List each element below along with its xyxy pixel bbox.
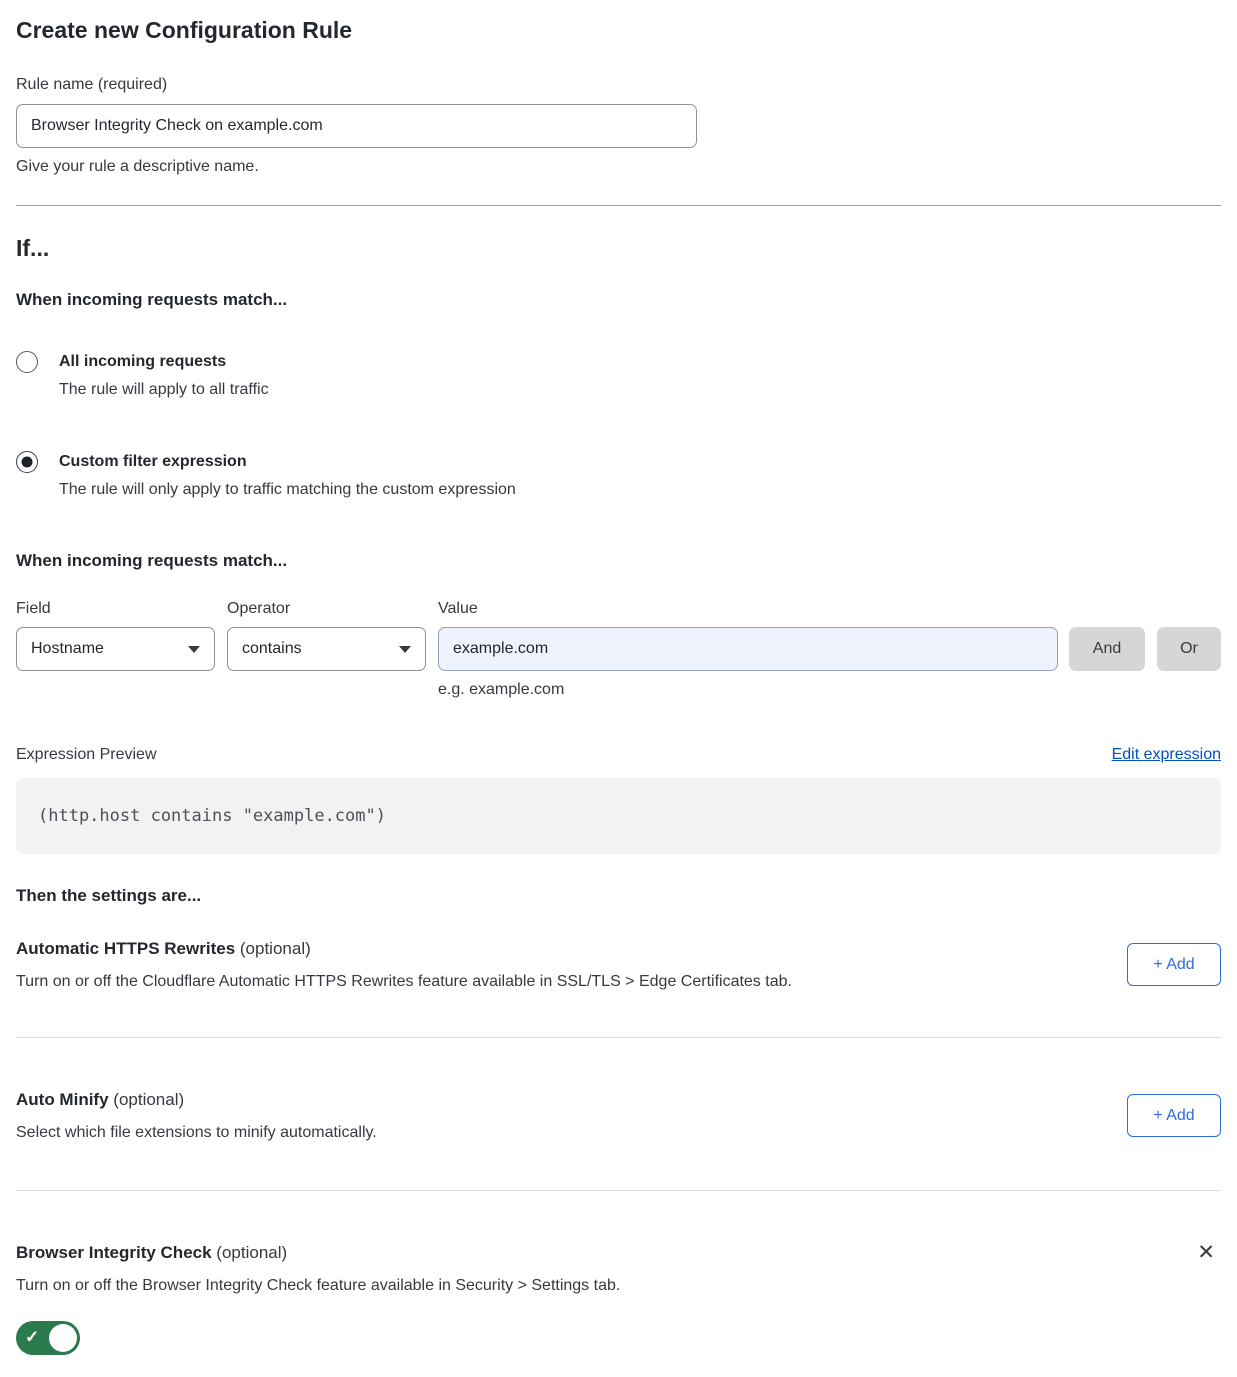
expression-builder-heading: When incoming requests match... — [16, 549, 1221, 572]
field-select[interactable]: Hostname — [16, 627, 215, 671]
operator-select-value: contains — [242, 640, 302, 658]
setting-name: Automatic HTTPS Rewrites — [16, 939, 235, 958]
divider — [16, 1037, 1221, 1038]
setting-description: Turn on or off the Cloudflare Automatic … — [16, 971, 792, 993]
setting-name: Browser Integrity Check — [16, 1243, 212, 1262]
or-button[interactable]: Or — [1157, 627, 1221, 671]
operator-label: Operator — [227, 598, 438, 619]
rule-name-input[interactable] — [16, 104, 697, 148]
operator-select[interactable]: contains — [227, 627, 426, 671]
expression-preview-label: Expression Preview — [16, 744, 157, 766]
rule-name-help: Give your rule a descriptive name. — [16, 156, 1221, 177]
expression-builder-row: Hostname contains And Or — [16, 627, 1221, 671]
browser-integrity-check-toggle[interactable]: ✓ — [16, 1321, 80, 1355]
close-icon[interactable]: ✕ — [1191, 1241, 1221, 1265]
value-help: e.g. example.com — [438, 679, 1221, 700]
radio-description: The rule will only apply to traffic matc… — [59, 479, 516, 501]
radio-dot — [22, 457, 33, 468]
setting-title: Auto Minify (optional) — [16, 1088, 377, 1112]
setting-optional-tag: (optional) — [216, 1243, 287, 1262]
and-button[interactable]: And — [1069, 627, 1145, 671]
radio-option-custom-filter[interactable]: Custom filter expression The rule will o… — [16, 451, 1221, 501]
value-label: Value — [438, 598, 1221, 619]
radio-option-all-incoming[interactable]: All incoming requests The rule will appl… — [16, 351, 1221, 401]
setting-optional-tag: (optional) — [240, 939, 311, 958]
check-icon: ✓ — [25, 1328, 39, 1348]
setting-name: Auto Minify — [16, 1090, 109, 1109]
chevron-down-icon — [188, 646, 200, 653]
divider — [16, 1190, 1221, 1191]
if-heading: If... — [16, 232, 1221, 264]
radio-label: Custom filter expression — [59, 451, 516, 473]
setting-automatic-https-rewrites: Automatic HTTPS Rewrites (optional) Turn… — [16, 937, 1221, 993]
radio-button[interactable] — [16, 351, 38, 373]
expression-builder-labels: Field Operator Value — [16, 598, 1221, 619]
setting-title: Automatic HTTPS Rewrites (optional) — [16, 937, 792, 961]
add-automatic-https-rewrites-button[interactable]: + Add — [1127, 943, 1221, 986]
setting-optional-tag: (optional) — [113, 1090, 184, 1109]
divider — [16, 205, 1221, 206]
page-title: Create new Configuration Rule — [16, 14, 1221, 46]
settings-heading: Then the settings are... — [16, 884, 1221, 907]
expression-preview-header: Expression Preview Edit expression — [16, 744, 1221, 766]
rule-name-label: Rule name (required) — [16, 74, 1221, 96]
match-heading: When incoming requests match... — [16, 288, 1221, 311]
toggle-knob — [49, 1324, 77, 1352]
radio-label: All incoming requests — [59, 351, 269, 373]
create-configuration-rule-page: Create new Configuration Rule Rule name … — [0, 0, 1237, 1375]
value-input[interactable] — [438, 627, 1058, 671]
chevron-down-icon — [399, 646, 411, 653]
setting-description: Select which file extensions to minify a… — [16, 1122, 377, 1144]
radio-description: The rule will apply to all traffic — [59, 379, 269, 401]
edit-expression-link[interactable]: Edit expression — [1112, 744, 1221, 766]
setting-title: Browser Integrity Check (optional) — [16, 1241, 620, 1265]
radio-button-selected[interactable] — [16, 451, 38, 473]
expression-preview-code: (http.host contains "example.com") — [16, 778, 1221, 854]
add-auto-minify-button[interactable]: + Add — [1127, 1094, 1221, 1137]
setting-auto-minify: Auto Minify (optional) Select which file… — [16, 1088, 1221, 1144]
field-select-value: Hostname — [31, 640, 104, 658]
setting-browser-integrity-check: Browser Integrity Check (optional) Turn … — [16, 1241, 1221, 1355]
setting-description: Turn on or off the Browser Integrity Che… — [16, 1275, 620, 1297]
field-label: Field — [16, 598, 227, 619]
